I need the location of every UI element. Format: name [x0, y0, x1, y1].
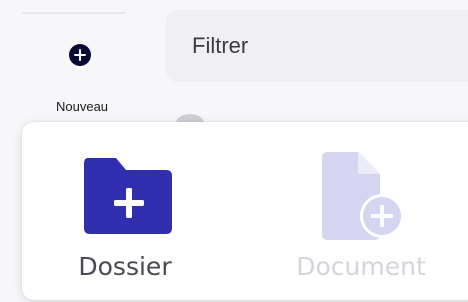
new-folder-label: Dossier: [78, 252, 172, 281]
filter-input[interactable]: [190, 30, 454, 62]
new-document-option: Document: [256, 122, 446, 300]
new-button[interactable]: Nouveau: [22, 14, 126, 114]
new-folder-option[interactable]: Dossier: [42, 122, 192, 300]
folder-plus-icon: [84, 158, 172, 234]
filter-bar: [166, 10, 468, 82]
document-plus-icon: [322, 152, 404, 240]
new-document-label: Document: [296, 252, 426, 281]
new-item-menu: Dossier Document: [22, 122, 468, 300]
plus-circle-icon: [69, 44, 91, 66]
new-button-label: Nouveau: [56, 99, 109, 114]
